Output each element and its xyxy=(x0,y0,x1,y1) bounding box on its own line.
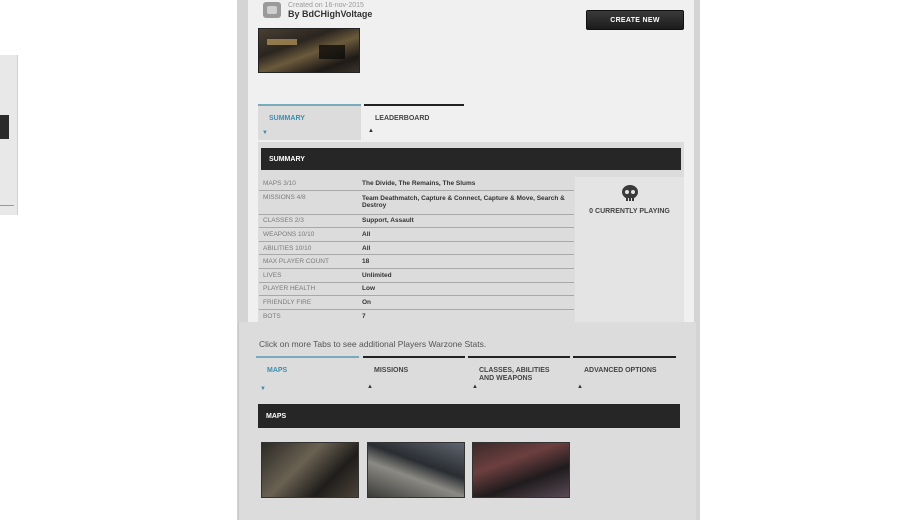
warzone-panel: Created on 16-nov-2015 By BdCHighVoltage… xyxy=(238,0,696,520)
warzone-thumbnail[interactable] xyxy=(258,28,360,73)
tab-advanced-label: ADVANCED OPTIONS xyxy=(584,367,657,374)
map-thumbnail[interactable] xyxy=(261,442,359,498)
tab-summary-label: SUMMARY xyxy=(269,115,305,122)
row-key: ABILITIES 10/10 xyxy=(263,244,312,252)
row-value: Low xyxy=(362,285,375,293)
row-value: Team Deathmatch, Capture & Connect, Capt… xyxy=(362,195,565,210)
tab-leaderboard-label: LEADERBOARD xyxy=(375,115,430,122)
triangle-down-icon: ▼ xyxy=(262,130,268,136)
row-key: MAPS 3/10 xyxy=(263,179,296,187)
currently-playing-count: 0 CURRENTLY PLAYING xyxy=(589,208,670,215)
row-value: All xyxy=(362,244,371,252)
row-key: BOTS xyxy=(263,312,281,320)
row-key: MISSIONS 4/8 xyxy=(263,193,306,201)
summary-header: SUMMARY xyxy=(261,148,681,170)
hint-text: Click on more Tabs to see additional Pla… xyxy=(259,339,487,349)
triangle-down-icon: ▼ xyxy=(260,386,266,392)
table-row: FRIENDLY FIRE On xyxy=(259,296,574,310)
table-row: CLASSES 2/3 Support, Assault xyxy=(259,215,574,229)
row-key: CLASSES 2/3 xyxy=(263,217,304,225)
panel-upper: Created on 16-nov-2015 By BdCHighVoltage… xyxy=(248,0,694,324)
tab-maps-label: MAPS xyxy=(267,367,288,374)
author-label: By BdCHighVoltage xyxy=(288,9,373,19)
summary-title: SUMMARY xyxy=(269,155,305,163)
row-key: WEAPONS 10/10 xyxy=(263,230,315,238)
row-value: On xyxy=(362,298,372,306)
maps-header: MAPS xyxy=(258,404,680,428)
table-row: PLAYER HEALTH Low xyxy=(259,283,574,297)
table-row: WEAPONS 10/10 All xyxy=(259,228,574,242)
row-key: FRIENDLY FIRE xyxy=(263,298,312,306)
maps-title: MAPS xyxy=(266,412,287,420)
currently-playing-box: 0 CURRENTLY PLAYING xyxy=(575,177,684,322)
background-window-line xyxy=(0,205,14,206)
row-value: 7 xyxy=(362,312,366,320)
tab-maps[interactable]: MAPS ▼ xyxy=(256,356,359,396)
row-value: All xyxy=(362,230,371,238)
controller-icon xyxy=(263,2,281,18)
background-window-block xyxy=(0,115,9,139)
row-value: The Divide, The Remains, The Slums xyxy=(362,179,476,187)
created-on: Created on 16-nov-2015 xyxy=(288,2,364,9)
table-row: MISSIONS 4/8 Team Deathmatch, Capture & … xyxy=(259,191,574,215)
tab-classes-abilities-weapons[interactable]: CLASSES, ABILITIES AND WEAPONS ▲ xyxy=(468,356,570,396)
table-row: MAX PLAYER COUNT 18 xyxy=(259,255,574,269)
triangle-up-icon: ▲ xyxy=(472,384,478,390)
tab-missions-label: MISSIONS xyxy=(374,367,409,374)
summary-table: MAPS 3/10 The Divide, The Remains, The S… xyxy=(259,177,574,324)
row-value: Support, Assault xyxy=(362,217,414,225)
triangle-up-icon: ▲ xyxy=(367,384,373,390)
tab-classes-label: CLASSES, ABILITIES AND WEAPONS xyxy=(479,367,550,382)
table-row: LIVES Unlimited xyxy=(259,269,574,283)
row-key: LIVES xyxy=(263,271,282,279)
tab-missions[interactable]: MISSIONS ▲ xyxy=(363,356,465,396)
table-row: ABILITIES 10/10 All xyxy=(259,242,574,256)
map-thumbnail[interactable] xyxy=(472,442,570,498)
row-key: PLAYER HEALTH xyxy=(263,285,316,293)
tab-summary[interactable]: SUMMARY ▼ xyxy=(258,104,361,140)
tab-leaderboard[interactable]: LEADERBOARD ▲ xyxy=(364,104,464,140)
triangle-up-icon: ▲ xyxy=(577,384,583,390)
background-window-edge xyxy=(0,55,18,215)
triangle-up-icon: ▲ xyxy=(368,128,374,134)
skull-icon xyxy=(622,185,638,201)
table-row: MAPS 3/10 The Divide, The Remains, The S… xyxy=(259,177,574,191)
create-new-button[interactable]: CREATE NEW xyxy=(586,10,684,30)
tab-advanced-options[interactable]: ADVANCED OPTIONS ▲ xyxy=(573,356,676,396)
row-value: 18 xyxy=(362,258,370,266)
row-value: Unlimited xyxy=(362,271,392,279)
map-thumbnail[interactable] xyxy=(367,442,465,498)
row-key: MAX PLAYER COUNT xyxy=(263,258,329,266)
